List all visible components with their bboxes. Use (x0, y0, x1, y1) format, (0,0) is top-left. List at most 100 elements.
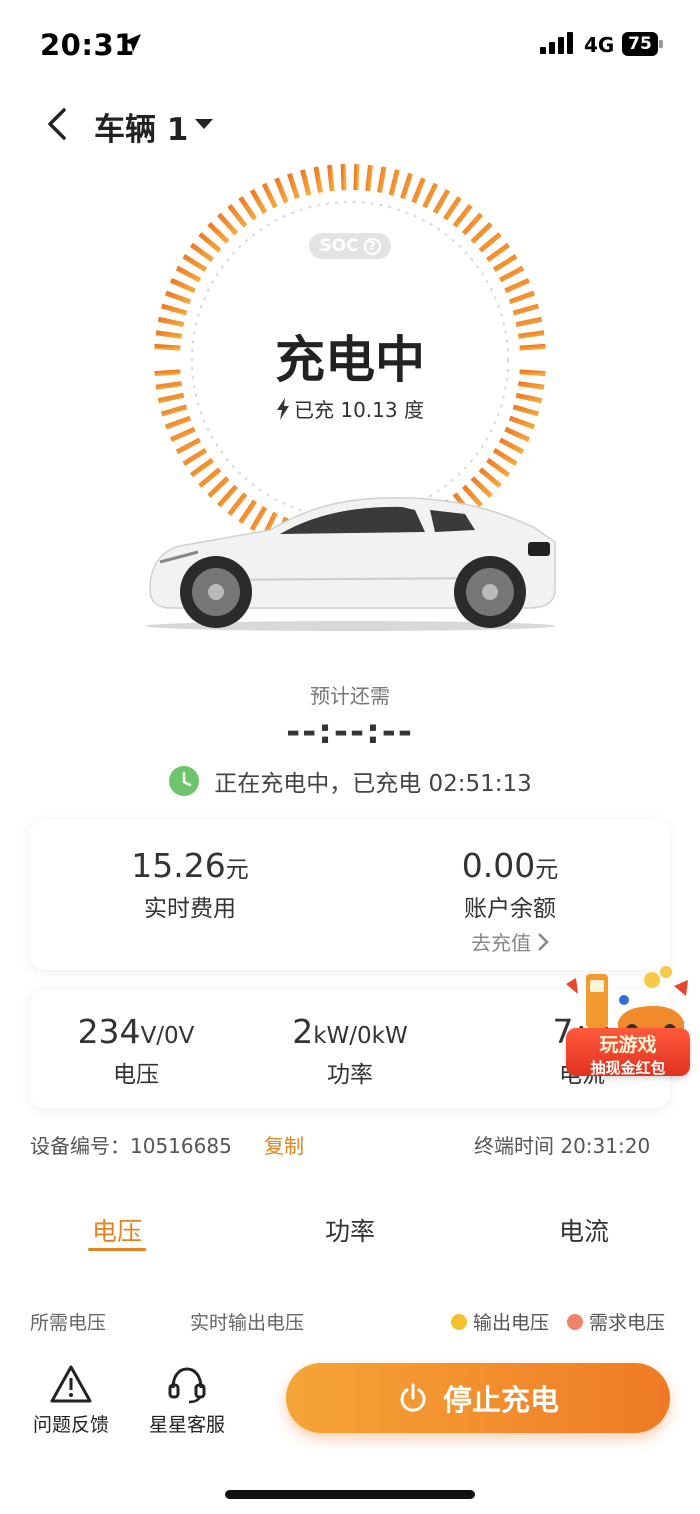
gauge-tick (238, 196, 258, 221)
remaining-label: 预计还需 (310, 684, 390, 708)
voltage-value: 234 (77, 1012, 141, 1051)
gauge-tick (327, 164, 335, 192)
vehicle-selector[interactable]: 车辆 1 (94, 104, 188, 149)
gauge-tick (492, 254, 518, 273)
realtime-voltage-label: 实时输出电压 (190, 1312, 305, 1334)
gauge-tick (164, 415, 192, 430)
caret-down-icon[interactable] (194, 117, 214, 131)
voltage-label: 电压 (113, 1062, 159, 1088)
gauge-tick (216, 212, 239, 236)
gauge-tick (504, 277, 531, 294)
game-promo-widget[interactable]: 玩游戏 抽现金红包 (562, 966, 692, 1078)
customer-service-button[interactable]: 星星客服 (142, 1364, 232, 1437)
gauge-tick (486, 242, 511, 263)
help-icon: ? (363, 237, 381, 255)
gauge-tick (353, 164, 360, 191)
power-value: 2 (292, 1012, 314, 1051)
gauge-tick (182, 447, 208, 466)
legend-demand-label: 需求电压 (589, 1312, 666, 1334)
battery-icon: 75 (622, 32, 664, 56)
battery-level: 75 (622, 32, 658, 56)
legend-demand: 需求电压 (567, 1308, 665, 1335)
gauge-tick (486, 457, 511, 478)
gauge-tick (461, 212, 484, 236)
gauge-tick (512, 303, 540, 316)
gauge-tick (504, 426, 531, 443)
gauge-tick (478, 232, 502, 253)
location-arrow-icon (123, 34, 141, 52)
soc-badge[interactable]: SOC ? (309, 233, 391, 259)
remaining-time: --:--:-- (286, 712, 414, 752)
gauge-tick (164, 290, 192, 305)
gauge-tick (365, 164, 373, 192)
realtime-fee-value: 15.26 (131, 846, 226, 885)
balance-label: 账户余额 (464, 896, 556, 922)
power-label: 功率 (327, 1062, 373, 1088)
gauge-tick (519, 369, 546, 377)
gauge-tick (155, 381, 183, 390)
gauge-tick (155, 330, 183, 339)
gauge-tick (519, 343, 546, 351)
headset-icon (168, 1367, 206, 1404)
gauge-tick (492, 447, 518, 466)
gauge-tick (517, 381, 545, 390)
gauge-tick (154, 343, 181, 351)
gauge-tick (411, 177, 426, 204)
elapsed-text: 正在充电中，已充电 02:51:13 (214, 771, 532, 797)
gauge-tick (340, 164, 347, 191)
warning-icon (50, 1365, 92, 1403)
balance-value: 0.00 (461, 846, 536, 885)
feedback-button[interactable]: 问题反馈 (26, 1364, 116, 1437)
gauge-tick (154, 369, 181, 377)
soc-label: SOC (319, 236, 359, 256)
car-illustration (145, 497, 556, 631)
gauge-tick (227, 204, 248, 228)
cellular-signal-icon (540, 32, 573, 54)
gauge-tick (515, 316, 543, 328)
gauge-tick (207, 222, 230, 244)
elapsed-row: 正在充电中，已充电 02:51:13 (0, 764, 700, 798)
gauge-tick (517, 330, 545, 339)
gauge-tick (249, 189, 268, 215)
voltage-metric: 234V/0V 电压 (36, 1012, 236, 1089)
gauge-tick (512, 404, 540, 417)
gauge-tick (169, 426, 196, 443)
gauge-tick (157, 392, 185, 404)
power-unit: kW/0kW (313, 1023, 408, 1049)
tab-current[interactable]: 电流 (524, 1212, 644, 1248)
gauge-tick (157, 316, 185, 328)
device-id: 设备编号：10516685 (30, 1134, 232, 1158)
tab-active-indicator (88, 1248, 146, 1251)
recharge-link[interactable]: 去充值 (410, 927, 610, 956)
gauge-tick (261, 182, 278, 209)
service-label: 星星客服 (148, 1414, 225, 1436)
lightning-icon (277, 397, 289, 420)
gauge-tick (182, 254, 208, 273)
gauge-tick (508, 415, 536, 430)
required-voltage-label: 所需电压 (30, 1312, 107, 1334)
gauge-tick (198, 232, 222, 253)
clock-icon (169, 766, 200, 796)
power-metric: 2kW/0kW 功率 (250, 1012, 450, 1089)
gauge-tick (470, 222, 493, 244)
terminal-time: 终端时间 20:31:20 (474, 1134, 651, 1158)
network-type: 4G (584, 33, 615, 57)
stop-charging-button[interactable]: 停止充电 (286, 1363, 670, 1433)
copy-button[interactable]: 复制 (264, 1130, 304, 1159)
voltage-unit: V/0V (140, 1023, 195, 1049)
gauge-tick (300, 169, 312, 196)
back-arrow-icon[interactable] (40, 104, 76, 144)
gauge-tick (400, 172, 413, 200)
feedback-label: 问题反馈 (32, 1414, 109, 1436)
home-indicator (225, 1490, 475, 1499)
tab-voltage[interactable]: 电压 (57, 1212, 177, 1248)
charged-energy-text: 已充 10.13 度 (294, 398, 424, 422)
gauge-tick (432, 189, 451, 215)
gauge-tick (169, 277, 196, 294)
gauge-tick (189, 457, 214, 478)
gauge-tick (274, 177, 289, 204)
gauge-tick (287, 172, 300, 200)
gauge-tick (175, 437, 202, 455)
legend-output: 输出电压 (451, 1308, 549, 1335)
tab-power[interactable]: 功率 (290, 1212, 410, 1248)
